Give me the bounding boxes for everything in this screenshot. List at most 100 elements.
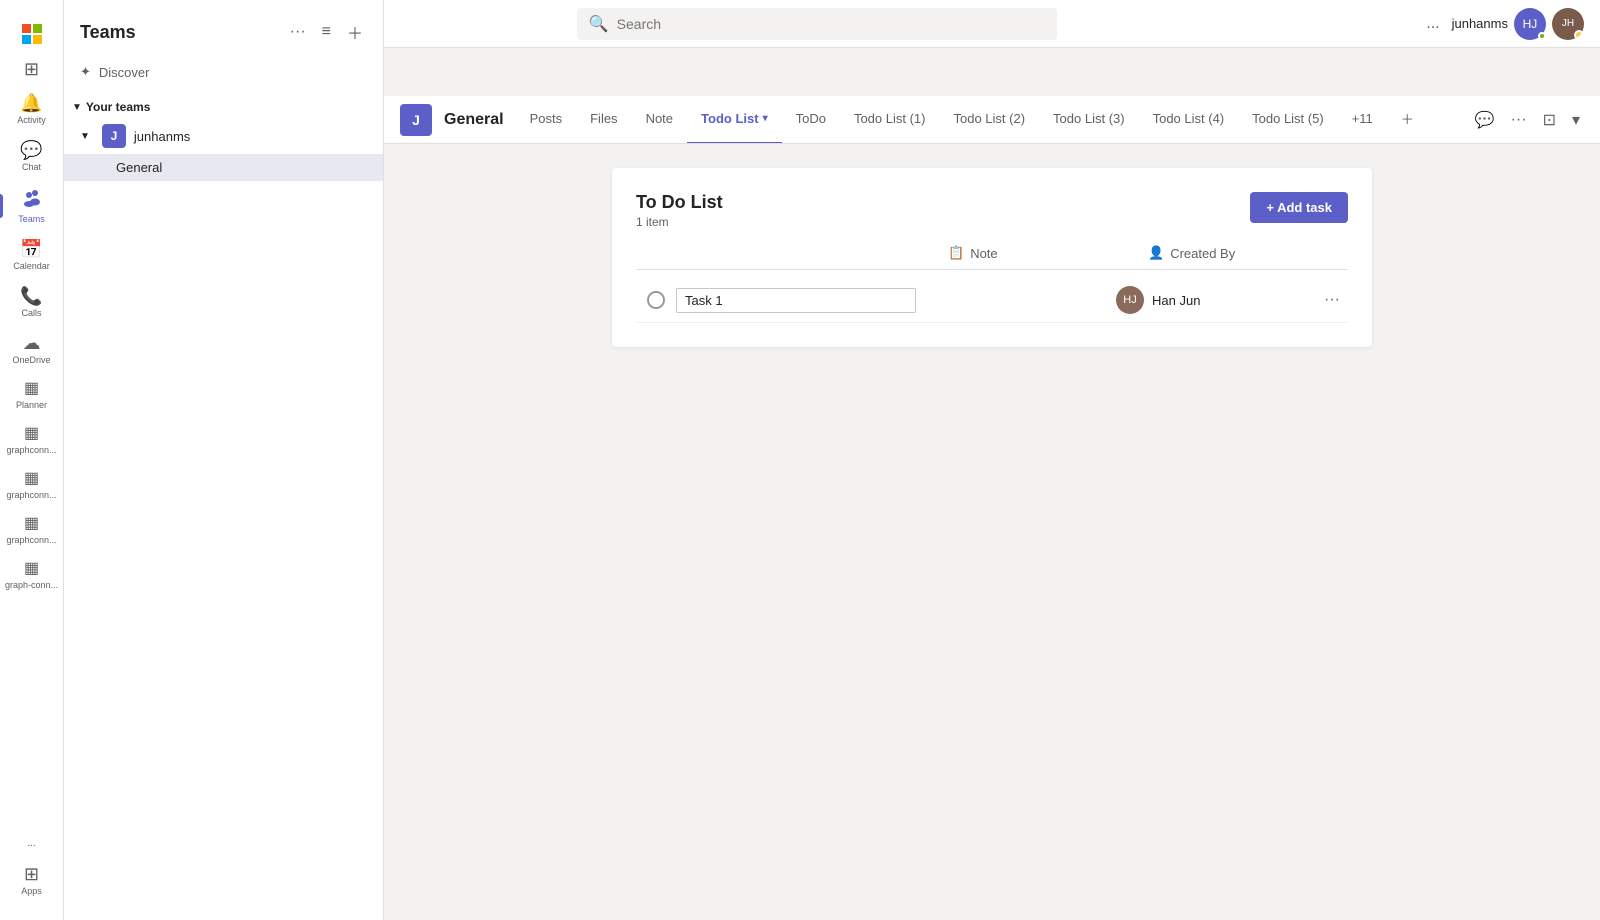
task-more-button[interactable]: ··· [1316,287,1348,313]
topbar-right: ... junhanms HJ JH [1422,8,1584,40]
tab-todolist2-label: Todo List (2) [954,111,1026,126]
calls-icon: 📞 [20,287,42,305]
topbar-more-button[interactable]: ... [1422,11,1443,37]
rail-item-graphconn3[interactable]: ▦ graphconn... [0,508,63,553]
topbar: 🔍 ... junhanms HJ JH [384,0,1600,48]
task-created-by-cell: HJ Han Jun [1116,286,1316,314]
rail-more-button[interactable]: ... [0,830,63,857]
search-input[interactable] [617,16,1045,32]
your-teams-header[interactable]: ▼ Your teams [64,96,383,118]
rail-item-graphconn2[interactable]: ▦ graphconn... [0,463,63,508]
creator-avatar: HJ [1116,286,1144,314]
tab-more-label: +11 [1352,111,1373,126]
search-icon: 🔍 [589,14,609,34]
sidebar-actions: ··· ≡ ＋ [286,16,367,48]
graphconn3-icon: ▦ [24,516,39,532]
task-name-input[interactable] [676,288,916,313]
tab-todo[interactable]: ToDo [782,96,840,144]
rail-item-chat[interactable]: 💬 Chat [0,133,63,180]
rail-label-calls: Calls [21,308,41,318]
more-icon: ... [27,838,35,849]
task-check-cell[interactable] [636,291,676,309]
graphconn2-icon: ▦ [24,471,39,487]
rail-item-planner[interactable]: ▦ Planner [0,373,63,418]
grid-icon: ⊞ [24,60,39,78]
bell-icon: 🔔 [20,94,42,112]
rail-label-graphconn4: graph-conn... [5,580,58,590]
tab-posts[interactable]: Posts [516,96,577,144]
ms-logo[interactable] [0,12,63,52]
chevron-button[interactable]: ▾ [1568,106,1584,134]
channel-header-right: 💬 ··· ⊡ ▾ [1471,106,1584,134]
tab-todo-label: ToDo [796,111,826,126]
rail-label-teams: Teams [18,214,45,224]
rail-label-activity: Activity [17,115,46,125]
tab-add-button[interactable]: ＋ [1387,96,1428,144]
chevron-down-icon: ▾ [763,113,768,124]
rail-label-onedrive: OneDrive [12,355,50,365]
note-header-icon: 📋 [948,245,964,261]
note-header-label: Note [970,246,997,261]
graphconn1-icon: ▦ [24,426,39,442]
tab-todolist1[interactable]: Todo List (1) [840,96,940,144]
sidebar-add-button[interactable]: ＋ [343,16,367,48]
rail-item-graphconn1[interactable]: ▦ graphconn... [0,418,63,463]
created-by-icon: 👤 [1148,245,1164,261]
creator-initials: HJ [1123,294,1136,306]
user-avatar: HJ [1514,8,1546,40]
col-task [676,245,948,261]
discover-label: Discover [99,65,150,80]
user-photo-avatar: JH [1552,8,1584,40]
rail-item-graphconn4[interactable]: ▦ graph-conn... [0,553,63,598]
rail-item-teams[interactable]: Teams [0,180,63,232]
col-check [636,245,676,261]
rail-item-calendar[interactable]: 📅 Calendar [0,232,63,279]
chat-icon-button[interactable]: 💬 [1471,106,1499,134]
rail-label-graphconn3: graphconn... [6,535,56,545]
tab-todolist[interactable]: Todo List ▾ [687,96,782,144]
add-task-button[interactable]: + Add task [1250,192,1348,223]
discover-item[interactable]: ✦ Discover [64,56,383,88]
team-chevron-icon: ▼ [80,131,90,142]
rail-item-grid[interactable]: ⊞ [0,52,63,86]
sidebar-filter-button[interactable]: ≡ [318,19,335,45]
team-name: junhanms [134,129,190,144]
user-info[interactable]: junhanms HJ JH [1452,8,1584,40]
rail-item-onedrive[interactable]: ☁ OneDrive [0,326,63,373]
task-complete-checkbox[interactable] [647,291,665,309]
rail-label-calendar: Calendar [13,261,50,271]
team-avatar: J [102,124,126,148]
todo-card: To Do List 1 item + Add task 📋 Note 👤 Cr… [612,168,1372,347]
rail-label-apps: Apps [21,886,42,896]
planner-icon: ▦ [24,381,39,397]
tab-more[interactable]: +11 [1338,96,1387,144]
rail-label-chat: Chat [22,162,41,172]
tab-posts-label: Posts [530,111,563,126]
rail-item-activity[interactable]: 🔔 Activity [0,86,63,133]
task-name-cell [676,288,916,313]
team-row-junhanms[interactable]: ▼ J junhanms [64,118,383,154]
rail-item-apps[interactable]: ⊞ Apps [0,857,63,904]
expand-button[interactable]: ⊡ [1539,106,1560,134]
icon-rail: ⊞ 🔔 Activity 💬 Chat Teams 📅 Calendar 📞 C… [0,0,64,920]
channel-more-button[interactable]: ··· [1507,107,1531,133]
channel-row-general[interactable]: General [64,154,383,181]
tab-files[interactable]: Files [576,96,631,144]
graphconn4-icon: ▦ [24,561,39,577]
status-badge [1574,30,1584,40]
tab-todolist4[interactable]: Todo List (4) [1139,96,1239,144]
tab-todolist-label: Todo List [701,111,759,126]
todo-card-header: To Do List 1 item + Add task [636,192,1348,229]
tab-todolist2[interactable]: Todo List (2) [940,96,1040,144]
tab-note[interactable]: Note [632,96,687,144]
todo-card-title-group: To Do List 1 item [636,192,723,229]
sidebar-more-button[interactable]: ··· [286,19,310,45]
todo-item-count: 1 item [636,215,723,229]
tab-todolist3[interactable]: Todo List (3) [1039,96,1139,144]
content-area: To Do List 1 item + Add task 📋 Note 👤 Cr… [384,144,1600,920]
online-status-dot [1538,32,1546,40]
search-box[interactable]: 🔍 [577,8,1057,40]
rail-label-graphconn1: graphconn... [6,445,56,455]
tab-todolist5[interactable]: Todo List (5) [1238,96,1338,144]
rail-item-calls[interactable]: 📞 Calls [0,279,63,326]
